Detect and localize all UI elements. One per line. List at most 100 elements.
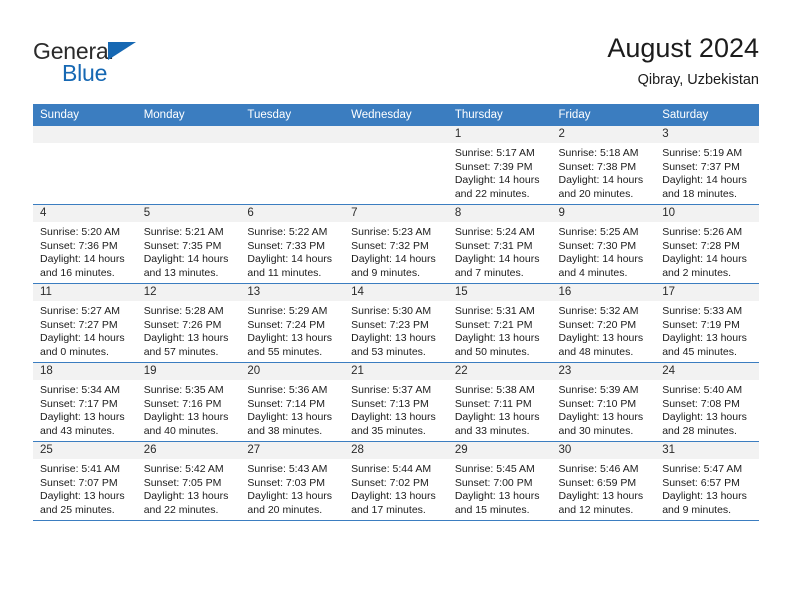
- calendar-day-cell[interactable]: 10 Sunrise: 5:26 AM Sunset: 7:28 PM Dayligh…: [655, 204, 759, 284]
- calendar-week-row: 25 Sunrise: 5:41 AM Sunset: 7:07 PM Dayligh…: [33, 441, 759, 521]
- sunrise-text: Sunrise: 5:28 AM: [143, 305, 224, 317]
- day-number: 21: [344, 363, 448, 380]
- day-details: Sunrise: 5:32 AM Sunset: 7:20 PM Daylight:…: [552, 301, 656, 359]
- calendar-day-cell[interactable]: 6 Sunrise: 5:22 AM Sunset: 7:33 PM Daylight…: [240, 204, 345, 284]
- sunset-text: Sunset: 7:21 PM: [454, 318, 533, 331]
- day-details: Sunrise: 5:30 AM Sunset: 7:23 PM Daylight:…: [344, 301, 448, 359]
- sunset-text: Sunset: 7:07 PM: [40, 476, 118, 489]
- day-details: Sunrise: 5:35 AM Sunset: 7:16 PM Daylight:…: [137, 380, 241, 438]
- calendar-day-cell[interactable]: 13 Sunrise: 5:29 AM Sunset: 7:24 PM Dayligh…: [240, 283, 345, 363]
- calendar-day-cell[interactable]: 14 Sunrise: 5:30 AM Sunset: 7:23 PM Dayligh…: [344, 283, 448, 363]
- daylight-text-line2: and 50 minutes.: [454, 345, 530, 358]
- calendar-day-cell[interactable]: 17 Sunrise: 5:33 AM Sunset: 7:19 PM Dayligh…: [655, 283, 759, 363]
- day-number: 16: [551, 284, 656, 301]
- calendar-day-cell[interactable]: 26 Sunrise: 5:42 AM Sunset: 7:05 PM Dayligh…: [136, 441, 241, 521]
- daylight-text-line2: and 22 minutes.: [143, 503, 219, 516]
- sunrise-text: Sunrise: 5:23 AM: [351, 226, 432, 238]
- sunset-text: Sunset: 7:39 PM: [454, 160, 533, 173]
- daylight-text-line1: Daylight: 13 hours: [247, 490, 333, 503]
- daylight-text-line1: Daylight: 13 hours: [247, 411, 333, 424]
- calendar-day-cell[interactable]: 1 Sunrise: 5:17 AM Sunset: 7:39 PM Daylight…: [447, 126, 552, 205]
- general-blue-logo[interactable]: General Blue: [33, 38, 263, 88]
- day-number: 27: [240, 442, 345, 459]
- calendar-day-cell[interactable]: 5 Sunrise: 5:21 AM Sunset: 7:35 PM Daylight…: [136, 204, 241, 284]
- day-details: Sunrise: 5:40 AM Sunset: 7:08 PM Daylight:…: [655, 380, 759, 438]
- sunset-text: Sunset: 6:59 PM: [558, 476, 637, 489]
- daylight-text-line1: Daylight: 13 hours: [143, 332, 229, 345]
- daylight-text-line1: Daylight: 14 hours: [143, 253, 229, 266]
- calendar-day-cell[interactable]: 28 Sunrise: 5:44 AM Sunset: 7:02 PM Dayligh…: [344, 441, 448, 521]
- calendar-day-cell[interactable]: 4 Sunrise: 5:20 AM Sunset: 7:36 PM Daylight…: [33, 204, 137, 284]
- day-number: 30: [551, 442, 656, 459]
- calendar-page: General Blue August 2024 Qibray, Uzbekis…: [0, 0, 792, 612]
- calendar-day-cell[interactable]: 12 Sunrise: 5:28 AM Sunset: 7:26 PM Dayligh…: [136, 283, 241, 363]
- calendar-day-cell[interactable]: 25 Sunrise: 5:41 AM Sunset: 7:07 PM Dayligh…: [33, 441, 137, 521]
- calendar-day-cell[interactable]: 24 Sunrise: 5:40 AM Sunset: 7:08 PM Dayligh…: [655, 362, 759, 442]
- daylight-text-line1: Daylight: 14 hours: [454, 174, 540, 187]
- sunrise-text: Sunrise: 5:45 AM: [454, 463, 535, 475]
- daylight-text-line1: Daylight: 13 hours: [247, 332, 333, 345]
- calendar-day-cell[interactable]: 23 Sunrise: 5:39 AM Sunset: 7:10 PM Dayligh…: [551, 362, 656, 442]
- daylight-text-line1: Daylight: 13 hours: [558, 411, 644, 424]
- daylight-text-line1: Daylight: 13 hours: [351, 411, 436, 424]
- calendar-day-cell[interactable]: 2 Sunrise: 5:18 AM Sunset: 7:38 PM Daylight…: [551, 126, 656, 205]
- day-number: 22: [447, 363, 552, 380]
- sunset-text: Sunset: 7:19 PM: [662, 318, 740, 331]
- calendar-day-cell[interactable]: 19 Sunrise: 5:35 AM Sunset: 7:16 PM Dayligh…: [136, 362, 241, 442]
- calendar-day-cell[interactable]: 18 Sunrise: 5:34 AM Sunset: 7:17 PM Dayligh…: [33, 362, 137, 442]
- calendar-day-cell[interactable]: 16 Sunrise: 5:32 AM Sunset: 7:20 PM Dayligh…: [551, 283, 656, 363]
- calendar-day-cell[interactable]: 31 Sunrise: 5:47 AM Sunset: 6:57 PM Dayligh…: [655, 441, 759, 521]
- calendar-day-cell[interactable]: 9 Sunrise: 5:25 AM Sunset: 7:30 PM Daylight…: [551, 204, 656, 284]
- daylight-text-line2: and 9 minutes.: [662, 503, 732, 516]
- day-number: 8: [447, 205, 552, 222]
- sunset-text: Sunset: 7:17 PM: [40, 397, 118, 410]
- calendar-day-cell[interactable]: 11 Sunrise: 5:27 AM Sunset: 7:27 PM Dayligh…: [33, 283, 137, 363]
- calendar-day-cell[interactable]: 29 Sunrise: 5:45 AM Sunset: 7:00 PM Dayligh…: [447, 441, 552, 521]
- day-details: Sunrise: 5:41 AM Sunset: 7:07 PM Daylight:…: [33, 459, 137, 517]
- day-details: Sunrise: 5:19 AM Sunset: 7:37 PM Daylight:…: [655, 143, 759, 201]
- day-details: Sunrise: 5:18 AM Sunset: 7:38 PM Daylight:…: [552, 143, 656, 201]
- calendar-cell-empty: [240, 126, 345, 205]
- daylight-text-line2: and 53 minutes.: [351, 345, 426, 358]
- calendar-day-cell[interactable]: 21 Sunrise: 5:37 AM Sunset: 7:13 PM Dayligh…: [344, 362, 448, 442]
- sunrise-text: Sunrise: 5:27 AM: [40, 305, 120, 317]
- sunrise-text: Sunrise: 5:42 AM: [143, 463, 224, 475]
- sunset-text: Sunset: 7:24 PM: [247, 318, 326, 331]
- daylight-text-line2: and 48 minutes.: [558, 345, 634, 358]
- daylight-text-line1: Daylight: 14 hours: [454, 253, 540, 266]
- day-number: 24: [655, 363, 759, 380]
- daylight-text-line2: and 45 minutes.: [662, 345, 737, 358]
- weekday-header-friday: Friday: [551, 104, 656, 126]
- day-details: Sunrise: 5:28 AM Sunset: 7:26 PM Daylight:…: [137, 301, 241, 359]
- day-details: Sunrise: 5:47 AM Sunset: 6:57 PM Daylight:…: [655, 459, 759, 517]
- page-title: August 2024: [607, 33, 759, 63]
- daylight-text-line2: and 20 minutes.: [247, 503, 323, 516]
- day-details: Sunrise: 5:25 AM Sunset: 7:30 PM Daylight:…: [552, 222, 656, 280]
- sunset-text: Sunset: 6:57 PM: [662, 476, 740, 489]
- calendar-day-cell[interactable]: 27 Sunrise: 5:43 AM Sunset: 7:03 PM Dayligh…: [240, 441, 345, 521]
- title-block: August 2024 Qibray, Uzbekistan: [607, 32, 759, 90]
- weekday-header-sunday: Sunday: [33, 104, 137, 126]
- calendar-day-cell[interactable]: 15 Sunrise: 5:31 AM Sunset: 7:21 PM Dayligh…: [447, 283, 552, 363]
- day-details: Sunrise: 5:20 AM Sunset: 7:36 PM Daylight:…: [33, 222, 137, 280]
- day-details: Sunrise: 5:39 AM Sunset: 7:10 PM Daylight:…: [552, 380, 656, 438]
- calendar-day-cell[interactable]: 3 Sunrise: 5:19 AM Sunset: 7:37 PM Daylight…: [655, 126, 759, 205]
- daylight-text-line1: Daylight: 14 hours: [40, 253, 125, 266]
- day-details: Sunrise: 5:42 AM Sunset: 7:05 PM Daylight:…: [137, 459, 241, 517]
- day-number: 15: [447, 284, 552, 301]
- sunset-text: Sunset: 7:32 PM: [351, 239, 429, 252]
- calendar-day-cell[interactable]: 22 Sunrise: 5:38 AM Sunset: 7:11 PM Dayligh…: [447, 362, 552, 442]
- calendar-grid: Sunday Monday Tuesday Wednesday Thursday…: [33, 104, 759, 521]
- sunrise-text: Sunrise: 5:43 AM: [247, 463, 328, 475]
- day-number: 12: [136, 284, 241, 301]
- daylight-text-line1: Daylight: 14 hours: [558, 174, 644, 187]
- calendar-day-cell[interactable]: 7 Sunrise: 5:23 AM Sunset: 7:32 PM Daylight…: [344, 204, 448, 284]
- calendar-day-cell[interactable]: 30 Sunrise: 5:46 AM Sunset: 6:59 PM Dayligh…: [551, 441, 656, 521]
- sunrise-text: Sunrise: 5:30 AM: [351, 305, 432, 317]
- calendar-day-cell[interactable]: 20 Sunrise: 5:36 AM Sunset: 7:14 PM Dayligh…: [240, 362, 345, 442]
- day-details: Sunrise: 5:29 AM Sunset: 7:24 PM Daylight:…: [240, 301, 344, 359]
- logo-text-blue: Blue: [62, 60, 108, 86]
- sunset-text: Sunset: 7:26 PM: [143, 318, 222, 331]
- daylight-text-line1: Daylight: 13 hours: [454, 490, 540, 503]
- calendar-day-cell[interactable]: 8 Sunrise: 5:24 AM Sunset: 7:31 PM Daylight…: [447, 204, 552, 284]
